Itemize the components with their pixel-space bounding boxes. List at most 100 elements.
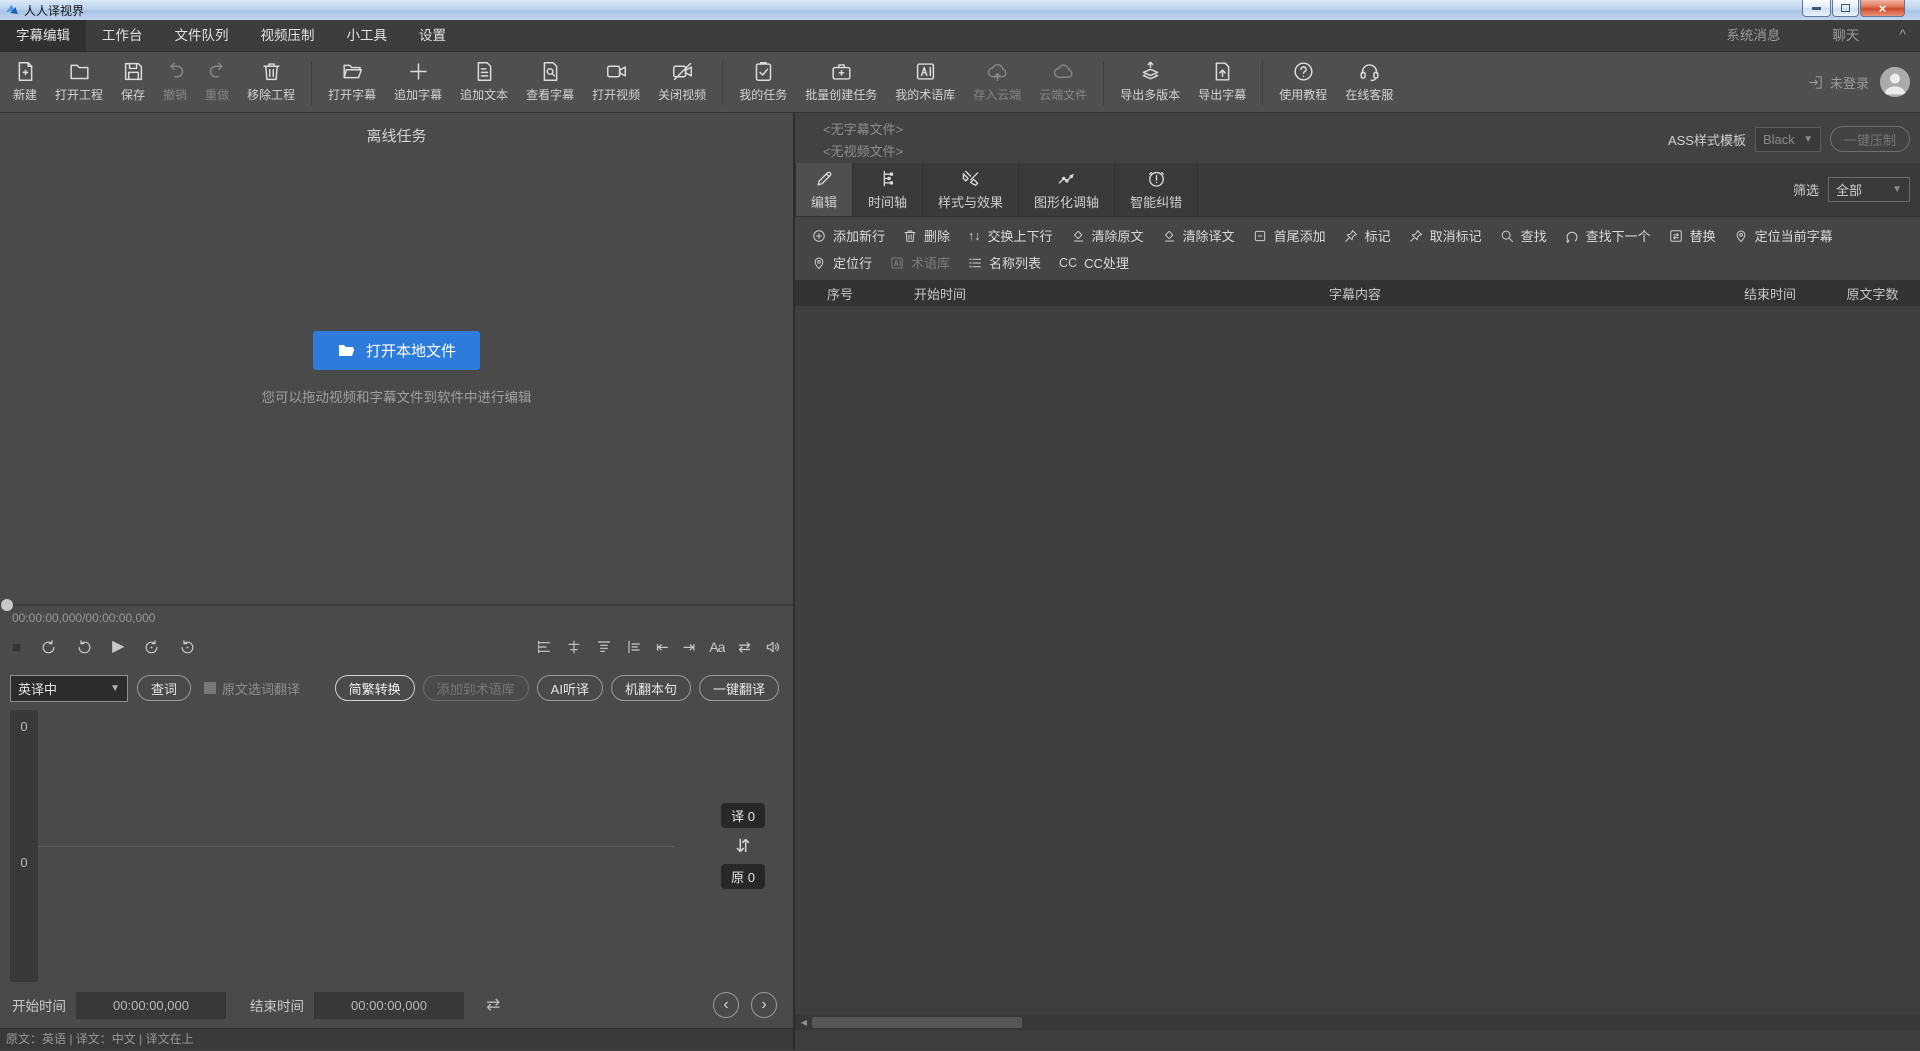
translate-action-button[interactable]: AI听译 <box>536 675 603 701</box>
menu-item[interactable]: 小工具 <box>331 20 404 51</box>
toolbar-button[interactable]: 我的术语库 <box>886 59 964 103</box>
toolbar-button[interactable]: 导出字幕 <box>1189 59 1255 103</box>
toolbar-button[interactable]: 云端文件 <box>1030 59 1096 103</box>
translate-action-button[interactable]: 添加到术语库 <box>422 675 529 701</box>
toolbar-button[interactable]: 导出多版本 <box>1111 59 1189 103</box>
toolbar-button[interactable]: 重做 <box>196 59 238 103</box>
toolbar-button[interactable]: 保存 <box>112 59 154 103</box>
toolbar-button[interactable]: 查看字幕 <box>517 59 583 103</box>
next-subtitle-button[interactable]: › <box>751 992 777 1018</box>
menu-right-item[interactable]: 聊天 <box>1806 20 1885 51</box>
edit-tool-button[interactable]: 首尾添加 <box>1244 226 1335 245</box>
toolbar-button[interactable]: 打开工程 <box>46 59 112 103</box>
translate-direction-select[interactable]: 英译中 ▼ <box>10 674 128 702</box>
seek-bar[interactable] <box>0 599 793 611</box>
collapse-toolbar-icon[interactable]: ^ <box>1885 20 1920 51</box>
edit-tool-button[interactable]: 术语库 <box>881 253 959 272</box>
toolbar-button[interactable]: 撤销 <box>154 59 196 103</box>
to-end-icon[interactable]: ⇥ <box>683 640 696 655</box>
subtitle-table-body[interactable] <box>795 306 1920 1015</box>
toolbar-button[interactable] <box>1262 61 1264 105</box>
toolbar-button[interactable] <box>311 61 313 105</box>
select-translate-checkbox[interactable] <box>204 682 217 694</box>
seek-track[interactable] <box>0 604 793 606</box>
stop-icon[interactable]: ■ <box>12 640 21 655</box>
edit-tool-button[interactable]: 查找下一个 <box>1556 226 1660 245</box>
editor-tab[interactable]: 编辑 <box>795 163 854 216</box>
menu-item[interactable]: 视频压制 <box>245 20 331 51</box>
previous-subtitle-button[interactable]: ‹ <box>713 992 739 1018</box>
swap-original-translation-icon[interactable]: ⇵ <box>736 837 751 855</box>
edit-tool-button[interactable]: 名称列表 <box>959 253 1050 272</box>
end-time-input[interactable] <box>314 991 464 1019</box>
edit-tool-button[interactable]: 取消标记 <box>1400 226 1491 245</box>
toolbar-button[interactable]: 我的任务 <box>730 59 796 103</box>
align-top-icon[interactable] <box>596 639 612 655</box>
toolbar-button[interactable]: 使用教程 <box>1270 59 1336 103</box>
offline-task-drop-area[interactable]: 离线任务 打开本地文件 您可以拖动视频和字幕文件到软件中进行编辑 <box>0 113 793 600</box>
to-start-icon[interactable]: ⇤ <box>656 640 669 655</box>
toolbar-button[interactable]: 关闭视频 <box>649 59 715 103</box>
edit-tool-button[interactable]: 添加新行 <box>803 226 894 245</box>
editor-tab[interactable]: 智能纠错 <box>1115 163 1199 216</box>
toolbar-button[interactable]: 存入云端 <box>964 59 1030 103</box>
menu-item[interactable]: 字幕编辑 <box>0 20 86 51</box>
swap-lines-icon[interactable]: ⇄ <box>738 640 751 655</box>
edit-tool-button[interactable]: CC CC处理 <box>1050 253 1138 272</box>
edit-tool-button[interactable]: 定位当前字幕 <box>1725 226 1842 245</box>
fast-forward-icon[interactable] <box>76 639 93 656</box>
toolbar-button[interactable]: 打开视频 <box>583 59 649 103</box>
play-icon[interactable]: ▶ <box>112 639 124 655</box>
minimize-button[interactable] <box>1802 0 1831 17</box>
translate-action-button[interactable]: 一键翻译 <box>698 675 779 701</box>
swap-times-icon[interactable]: ⇄ <box>486 995 500 1015</box>
login-label[interactable]: 未登录 <box>1830 73 1869 92</box>
filter-select[interactable]: 全部 ▼ <box>1828 177 1910 202</box>
align-center-icon[interactable] <box>566 639 582 655</box>
edit-tool-button[interactable]: 清除原文 <box>1062 226 1153 245</box>
avatar[interactable] <box>1880 67 1910 97</box>
edit-tool-button[interactable]: 标记 <box>1335 226 1400 245</box>
edit-tool-button[interactable]: 删除 <box>894 226 959 245</box>
close-button[interactable]: × <box>1860 0 1905 17</box>
seek-knob[interactable] <box>1 599 13 611</box>
volume-icon[interactable] <box>765 639 781 655</box>
edit-tool-button[interactable]: 查找 <box>1491 226 1556 245</box>
subtitle-rows-icon[interactable] <box>536 639 552 655</box>
align-left-icon[interactable] <box>626 639 642 655</box>
translation-text-area[interactable] <box>38 710 793 846</box>
editor-tab[interactable]: 图形化调轴 <box>1019 163 1116 216</box>
start-time-input[interactable] <box>76 991 226 1019</box>
loop-forward-icon[interactable] <box>179 639 196 656</box>
edit-tool-button[interactable]: ↑↓ 交换上下行 <box>959 226 1062 245</box>
toolbar-button[interactable]: 追加字幕 <box>385 59 451 103</box>
menu-item[interactable]: 工作台 <box>86 20 159 51</box>
editor-tab[interactable]: 样式与效果 <box>923 163 1020 216</box>
maximize-button[interactable] <box>1832 0 1859 17</box>
edit-tool-button[interactable]: 清除译文 <box>1153 226 1244 245</box>
font-size-icon[interactable]: Aa <box>709 640 725 654</box>
toolbar-button[interactable]: 追加文本 <box>451 59 517 103</box>
toolbar-button[interactable] <box>722 61 724 105</box>
edit-tool-button[interactable]: 替换 <box>1660 226 1725 245</box>
scrollbar-thumb[interactable] <box>812 1017 1022 1028</box>
toolbar-button[interactable]: 移除工程 <box>238 59 304 103</box>
toolbar-button[interactable]: 批量创建任务 <box>796 59 886 103</box>
translate-action-button[interactable]: 机翻本句 <box>610 675 691 701</box>
menu-right-item[interactable]: 系统消息 <box>1700 20 1806 51</box>
scroll-left-icon[interactable]: ◀ <box>797 1015 811 1030</box>
lookup-word-button[interactable]: 查词 <box>137 675 192 701</box>
editor-tab[interactable]: 时间轴 <box>853 163 924 216</box>
edit-tool-button[interactable]: 定位行 <box>803 253 881 272</box>
open-local-file-button[interactable]: 打开本地文件 <box>312 331 480 370</box>
menu-item[interactable]: 设置 <box>403 20 462 51</box>
toolbar-button[interactable]: 新建 <box>4 59 46 103</box>
toolbar-button[interactable] <box>1103 61 1105 105</box>
horizontal-scrollbar[interactable]: ◀ <box>795 1015 1920 1030</box>
rewind-icon[interactable] <box>40 639 57 656</box>
toolbar-button[interactable]: 打开字幕 <box>319 59 385 103</box>
loop-back-icon[interactable] <box>143 639 160 656</box>
menu-item[interactable]: 文件队列 <box>159 20 245 51</box>
original-text-area[interactable] <box>38 846 793 982</box>
translate-action-button[interactable]: 简繁转换 <box>334 675 415 701</box>
